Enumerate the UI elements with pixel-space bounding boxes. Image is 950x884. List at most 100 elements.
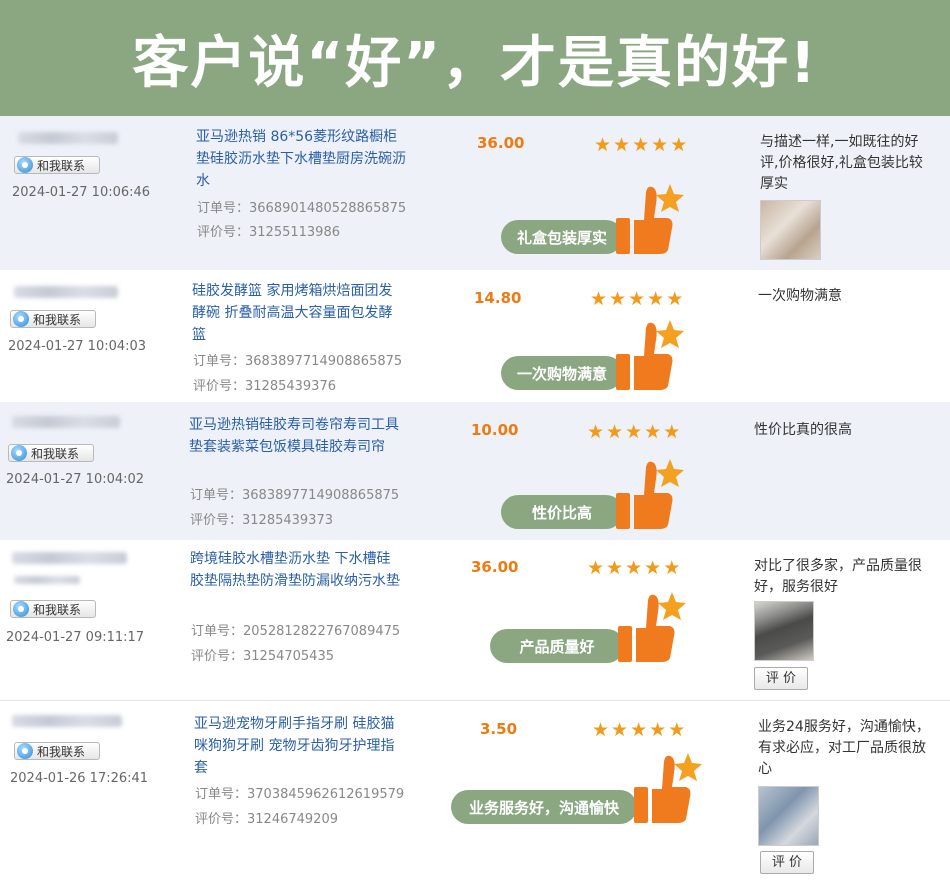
star-rating: ★ ★ ★ ★ ★ bbox=[592, 721, 685, 740]
product-name-link[interactable]: 跨境硅胶水槽垫沥水垫 下水槽硅胶垫隔热垫防滑垫防漏收纳污水垫 bbox=[190, 548, 400, 592]
qq-icon bbox=[13, 601, 29, 617]
order-number: 订单号：3683897714908865875 bbox=[190, 488, 400, 503]
rate-button[interactable]: 评 价 bbox=[754, 667, 808, 690]
review-number: 评价号：31246749209 bbox=[195, 812, 338, 827]
highlight-tag: 产品质量好 bbox=[490, 629, 624, 663]
star-icon: ★ bbox=[644, 557, 662, 579]
star-icon: ★ bbox=[606, 421, 624, 443]
star-icon: ★ bbox=[590, 288, 608, 310]
price: 10.00 bbox=[471, 421, 519, 439]
banner-title: 客户说“好”，才是真的好! bbox=[132, 30, 818, 96]
star-icon: ★ bbox=[651, 134, 669, 156]
thumbs-up-icon bbox=[616, 459, 684, 529]
review-date: 2024-01-27 10:06:46 bbox=[12, 185, 151, 200]
rate-button[interactable]: 评 价 bbox=[760, 851, 814, 874]
product-name-link[interactable]: 硅胶发酵篮 家用烤箱烘焙面团发酵碗 折叠耐高温大容量面包发酵篮 bbox=[192, 280, 402, 346]
star-icon: ★ bbox=[647, 288, 665, 310]
star-icon: ★ bbox=[587, 557, 605, 579]
contact-me-button[interactable]: 和我联系 bbox=[8, 444, 94, 462]
star-icon: ★ bbox=[666, 288, 684, 310]
buyer-name-blurred bbox=[14, 576, 80, 584]
highlight-tag: 业务服务好，沟通愉快 bbox=[451, 790, 637, 824]
product-name-link[interactable]: 亚马逊热销硅胶寿司卷帘寿司工具垫套装紫菜包饭模具硅胶寿司帘 bbox=[189, 414, 399, 458]
highlight-tag: 一次购物满意 bbox=[501, 356, 623, 390]
star-icon: ★ bbox=[625, 421, 643, 443]
thumbs-up-icon bbox=[616, 184, 684, 254]
order-number: 订单号：2052812822767089475 bbox=[191, 624, 401, 639]
star-icon: ★ bbox=[594, 134, 612, 156]
contact-label: 和我联系 bbox=[33, 312, 82, 327]
highlight-tag: 礼盒包装厚实 bbox=[501, 220, 623, 254]
review-date: 2024-01-27 09:11:17 bbox=[6, 630, 145, 645]
review-date: 2024-01-27 10:04:03 bbox=[8, 339, 147, 354]
star-icon: ★ bbox=[592, 719, 610, 741]
buyer-name-blurred bbox=[18, 132, 118, 144]
review-number: 评价号：31255113986 bbox=[197, 225, 340, 240]
order-number: 订单号：3703845962612619579 bbox=[195, 787, 405, 802]
thumbs-up-icon bbox=[616, 320, 684, 390]
product-name-link[interactable]: 亚马逊热销 86*56菱形纹路橱柜垫硅胶沥水垫下水槽垫厨房洗碗沥水 bbox=[196, 126, 406, 192]
review-date: 2024-01-26 17:26:41 bbox=[10, 771, 149, 786]
order-number: 订单号：3683897714908865875 bbox=[193, 354, 403, 369]
review-text: 与描述一样,一如既往的好评,价格很好,礼盒包装比较厚实 bbox=[760, 134, 923, 192]
review-number: 评价号：31285439373 bbox=[190, 513, 333, 528]
star-icon: ★ bbox=[649, 719, 667, 741]
review-row: 和我联系 2024-01-27 09:11:17 跨境硅胶水槽垫沥水垫 下水槽硅… bbox=[0, 540, 950, 700]
star-icon: ★ bbox=[587, 421, 605, 443]
star-icon: ★ bbox=[644, 421, 662, 443]
review-text: 对比了很多家，产品质量很好，服务很好 bbox=[754, 558, 922, 595]
review-text: 一次购物满意 bbox=[758, 288, 842, 304]
review-text: 业务24服务好，沟通愉快，有求必应，对工厂品质很放心 bbox=[758, 719, 930, 777]
star-icon: ★ bbox=[668, 719, 686, 741]
star-rating: ★ ★ ★ ★ ★ bbox=[590, 290, 683, 309]
price: 3.50 bbox=[480, 720, 518, 738]
star-icon: ★ bbox=[663, 421, 681, 443]
star-icon: ★ bbox=[613, 134, 631, 156]
qq-icon bbox=[17, 157, 33, 173]
product-name-link[interactable]: 亚马逊宠物牙刷手指牙刷 硅胶猫咪狗狗牙刷 宠物牙齿狗牙护理指套 bbox=[194, 713, 404, 779]
review-row: 和我联系 2024-01-27 10:04:03 硅胶发酵篮 家用烤箱烘焙面团发… bbox=[0, 270, 950, 402]
star-rating: ★ ★ ★ ★ ★ bbox=[587, 559, 680, 578]
review-date: 2024-01-27 10:04:02 bbox=[6, 472, 145, 487]
highlight-tag: 性价比高 bbox=[501, 495, 623, 529]
review-photo[interactable] bbox=[760, 200, 821, 260]
buyer-name-blurred bbox=[12, 552, 127, 564]
review-row: 和我联系 2024-01-27 10:04:02 亚马逊热销硅胶寿司卷帘寿司工具… bbox=[0, 402, 950, 540]
star-rating: ★ ★ ★ ★ ★ bbox=[587, 423, 680, 442]
star-rating: ★ ★ ★ ★ ★ bbox=[594, 136, 687, 155]
qq-icon bbox=[17, 743, 33, 759]
qq-icon bbox=[13, 311, 29, 327]
price: 36.00 bbox=[471, 558, 519, 576]
contact-label: 和我联系 bbox=[31, 446, 80, 461]
buyer-name-blurred bbox=[12, 416, 120, 428]
star-icon: ★ bbox=[630, 719, 648, 741]
price: 36.00 bbox=[477, 134, 525, 152]
review-row: 和我联系 2024-01-26 17:26:41 亚马逊宠物牙刷手指牙刷 硅胶猫… bbox=[0, 700, 950, 884]
thumbs-up-icon bbox=[618, 592, 686, 662]
thumbs-up-icon bbox=[634, 753, 702, 823]
star-icon: ★ bbox=[663, 557, 681, 579]
review-number: 评价号：31254705435 bbox=[191, 649, 334, 664]
contact-label: 和我联系 bbox=[37, 158, 86, 173]
order-number: 订单号：3668901480528865875 bbox=[197, 201, 407, 216]
review-photo[interactable] bbox=[754, 601, 814, 661]
contact-me-button[interactable]: 和我联系 bbox=[10, 310, 96, 328]
buyer-name-blurred bbox=[12, 715, 122, 727]
star-icon: ★ bbox=[670, 134, 688, 156]
star-icon: ★ bbox=[611, 719, 629, 741]
contact-me-button[interactable]: 和我联系 bbox=[14, 742, 100, 760]
header-banner: 客户说“好”，才是真的好! bbox=[0, 0, 950, 116]
buyer-name-blurred bbox=[14, 286, 118, 298]
contact-label: 和我联系 bbox=[33, 602, 82, 617]
contact-me-button[interactable]: 和我联系 bbox=[10, 600, 96, 618]
star-icon: ★ bbox=[632, 134, 650, 156]
price: 14.80 bbox=[474, 289, 522, 307]
qq-icon bbox=[11, 445, 27, 461]
review-photo[interactable] bbox=[758, 786, 819, 846]
star-icon: ★ bbox=[606, 557, 624, 579]
review-row: 和我联系 2024-01-27 10:06:46 亚马逊热销 86*56菱形纹路… bbox=[0, 116, 950, 270]
star-icon: ★ bbox=[625, 557, 643, 579]
contact-label: 和我联系 bbox=[37, 744, 86, 759]
contact-me-button[interactable]: 和我联系 bbox=[14, 156, 100, 174]
star-icon: ★ bbox=[628, 288, 646, 310]
